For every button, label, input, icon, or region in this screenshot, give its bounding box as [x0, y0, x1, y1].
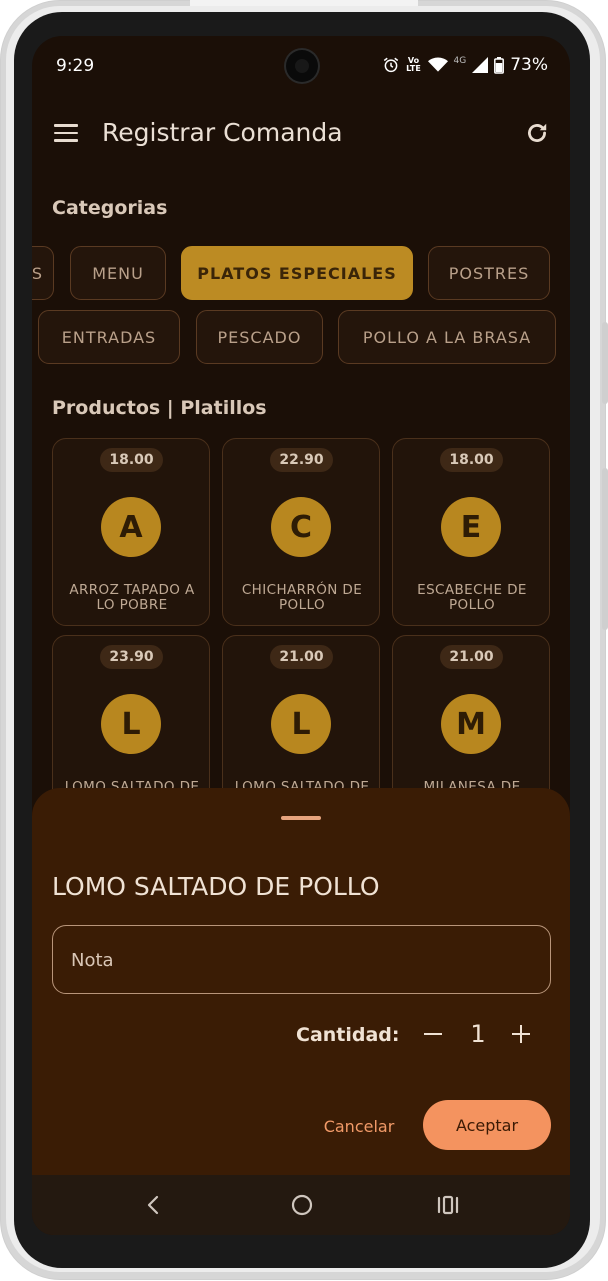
system-nav-bar: [32, 1175, 570, 1235]
back-icon[interactable]: [140, 1191, 168, 1219]
minus-icon: [424, 1032, 442, 1036]
sheet-title: LOMO SALTADO DE POLLO: [52, 872, 380, 901]
plus-icon-vertical: [519, 1025, 523, 1043]
product-bottom-sheet: LOMO SALTADO DE POLLO Cantidad: 1 Cancel…: [32, 788, 570, 1235]
screen: 9:29 Vo LTE 4G 73% Registrar Comanda Cat…: [32, 36, 570, 1235]
quantity-label: Cantidad:: [296, 1024, 400, 1046]
increase-quantity-button[interactable]: [508, 1018, 534, 1050]
note-input[interactable]: [71, 944, 531, 976]
note-field[interactable]: [52, 925, 551, 994]
accept-button[interactable]: Aceptar: [423, 1100, 551, 1150]
cancel-button[interactable]: Cancelar: [312, 1108, 406, 1144]
recent-apps-icon[interactable]: [434, 1191, 462, 1219]
volume-button: [602, 322, 608, 404]
quantity-value: 1: [470, 1020, 486, 1048]
drag-handle[interactable]: [281, 816, 321, 820]
decrease-quantity-button[interactable]: [420, 1017, 446, 1051]
home-icon[interactable]: [288, 1191, 316, 1219]
power-button: [602, 468, 608, 630]
